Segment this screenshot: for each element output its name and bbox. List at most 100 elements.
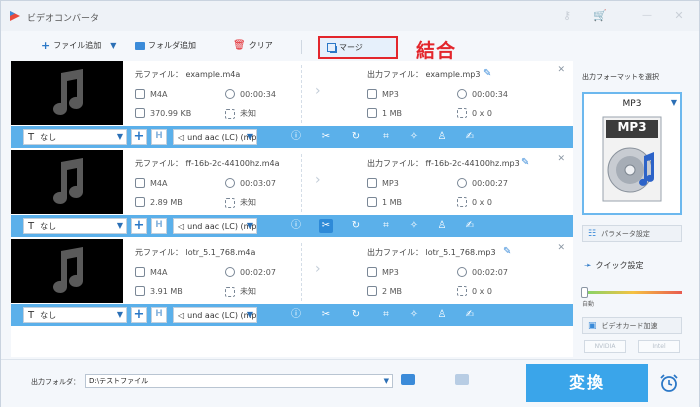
effects-icon[interactable]: ✧	[407, 219, 421, 233]
merge-label: マージ	[339, 43, 363, 52]
clock-icon	[225, 178, 235, 188]
quality-slider-handle[interactable]	[581, 287, 588, 298]
source-resolution: 未知	[225, 197, 256, 208]
subtitle-edit-icon[interactable]: ✍	[463, 130, 477, 144]
resolution-icon	[225, 108, 235, 119]
clear-button[interactable]: 🗑 クリア	[233, 40, 273, 51]
format-icon	[135, 267, 145, 277]
hdr-button[interactable]: H	[151, 307, 167, 323]
output-folder-select[interactable]: D:\テストファイル ▼	[85, 374, 393, 388]
add-folder-button[interactable]: フォルダ追加	[135, 40, 196, 51]
crop-icon[interactable]: ⌗	[379, 130, 393, 144]
app-logo-icon	[10, 11, 20, 21]
quality-slider[interactable]	[584, 291, 682, 294]
remove-item-icon[interactable]: ✕	[557, 65, 565, 75]
source-resolution-value: 未知	[240, 287, 256, 296]
watermark-icon[interactable]: ♙	[435, 130, 449, 144]
add-file-button[interactable]: + ファイル追加 ▼	[41, 40, 116, 51]
output-settings-panel: 出力フォーマットを選択 MP3 ▼ MP3 ☷ パラメータ設定 ➛ クイック設定…	[576, 61, 698, 357]
add-subtitle-button[interactable]: +	[131, 129, 147, 145]
hdr-button[interactable]: H	[151, 218, 167, 234]
source-format: M4A	[135, 267, 167, 277]
info-icon[interactable]: ⓘ	[289, 308, 303, 322]
output-format-selector[interactable]: MP3 ▼ MP3	[582, 92, 682, 215]
cut-icon[interactable]: ✂	[319, 219, 333, 233]
parameter-settings-label: パラメータ設定	[601, 229, 650, 238]
output-size: 1 MB	[367, 108, 402, 118]
effects-icon[interactable]: ✧	[407, 308, 421, 322]
subtitle-edit-icon[interactable]: ✍	[463, 219, 477, 233]
nvidia-label: NVIDIA	[594, 343, 616, 350]
text-icon: T	[28, 309, 35, 321]
cart-icon[interactable]: 🛒	[593, 10, 607, 22]
output-size-value: 1 MB	[382, 197, 403, 207]
list-item[interactable]: 元ファイル： lotr_5.1_768.m4a M4A 00:02:07 3.9…	[11, 239, 573, 327]
output-file-name: 出力ファイル： example.mp3	[367, 70, 481, 79]
gpu-acceleration-label: ビデオカード加速	[601, 321, 658, 330]
audio-track-select[interactable]: ◁ und aac (LC) (mp ▼	[173, 218, 257, 234]
chevron-down-icon[interactable]: ▼	[110, 41, 116, 50]
watermark-icon[interactable]: ♙	[435, 219, 449, 233]
edit-name-icon[interactable]: ✎	[483, 68, 491, 79]
close-icon[interactable]: ✕	[673, 10, 685, 22]
remove-item-icon[interactable]: ✕	[557, 154, 565, 164]
output-format-name: MP3	[622, 99, 642, 109]
output-file-name: 出力ファイル： ff-16b-2c-44100hz.mp3	[367, 159, 520, 168]
list-item[interactable]: 元ファイル： ff-16b-2c-44100hz.m4a M4A 00:03:0…	[11, 150, 573, 238]
audio-track-select[interactable]: ◁ und aac (LC) (mp ▼	[173, 307, 257, 323]
source-file-name: 元ファイル： ff-16b-2c-44100hz.m4a	[135, 159, 280, 168]
subtitle-select[interactable]: T なし ▼	[23, 129, 127, 145]
subtitle-select[interactable]: T なし ▼	[23, 218, 127, 234]
item-toolbar: T なし ▼ + H ◁ und aac (LC) (mp ▼ ⓘ ✂ ↻ ⌗ ✧ ♙ …	[11, 126, 573, 148]
intel-checkbox[interactable]: Intel	[638, 340, 680, 353]
open-folder-icon[interactable]	[455, 374, 469, 385]
browse-folder-icon[interactable]	[401, 374, 415, 385]
watermark-icon[interactable]: ♙	[435, 308, 449, 322]
source-file-name: 元ファイル： lotr_5.1_768.m4a	[135, 248, 256, 257]
folder-icon	[135, 197, 145, 207]
add-subtitle-button[interactable]: +	[131, 307, 147, 323]
hdr-button[interactable]: H	[151, 129, 167, 145]
crop-icon[interactable]: ⌗	[379, 219, 393, 233]
parameter-settings-button[interactable]: ☷ パラメータ設定	[582, 225, 682, 242]
alarm-clock-icon[interactable]	[658, 372, 680, 394]
merge-button[interactable]: マージ	[318, 36, 398, 59]
rotate-icon[interactable]: ↻	[349, 130, 363, 144]
info-icon[interactable]: ⓘ	[289, 219, 303, 233]
cut-icon[interactable]: ✂	[319, 308, 333, 322]
thumbnail	[11, 61, 123, 125]
quick-arrow-icon: ➛	[584, 260, 592, 271]
subtitle-select[interactable]: T なし ▼	[23, 307, 127, 323]
list-item[interactable]: 元ファイル： example.m4a M4A 00:00:34 370.99 K…	[11, 61, 573, 149]
audio-track-select[interactable]: ◁ und aac (LC) (mp ▼	[173, 129, 257, 145]
cut-icon[interactable]: ✂	[319, 130, 333, 144]
edit-name-icon[interactable]: ✎	[521, 157, 529, 168]
speaker-icon: ◁	[178, 132, 185, 142]
source-duration: 00:02:07	[225, 267, 276, 277]
rotate-icon[interactable]: ↻	[349, 219, 363, 233]
output-duration: 00:00:27	[457, 178, 508, 188]
chevron-down-icon: ▼	[116, 221, 123, 230]
remove-item-icon[interactable]: ✕	[557, 243, 565, 253]
source-duration-value: 00:02:07	[240, 267, 276, 277]
minimize-icon[interactable]: —	[641, 10, 653, 22]
gpu-acceleration-button[interactable]: ▣ ビデオカード加速	[582, 317, 682, 334]
clock-icon	[225, 89, 235, 99]
add-subtitle-button[interactable]: +	[131, 218, 147, 234]
info-icon[interactable]: ⓘ	[289, 130, 303, 144]
source-duration-value: 00:00:34	[240, 89, 276, 99]
subtitle-edit-icon[interactable]: ✍	[463, 308, 477, 322]
source-format-value: M4A	[150, 178, 168, 188]
sliders-icon: ☷	[588, 228, 597, 239]
crop-icon[interactable]: ⌗	[379, 308, 393, 322]
output-resolution-value: 0 x 0	[472, 108, 492, 118]
effects-icon[interactable]: ✧	[407, 130, 421, 144]
subtitle-value: なし	[40, 221, 57, 231]
output-format-value: MP3	[382, 178, 399, 188]
output-format: MP3	[367, 89, 399, 99]
edit-name-icon[interactable]: ✎	[503, 246, 511, 257]
convert-button[interactable]: 変換	[526, 364, 648, 402]
nvidia-checkbox[interactable]: NVIDIA	[584, 340, 626, 353]
key-icon[interactable]: ⚷	[561, 10, 573, 22]
rotate-icon[interactable]: ↻	[349, 308, 363, 322]
